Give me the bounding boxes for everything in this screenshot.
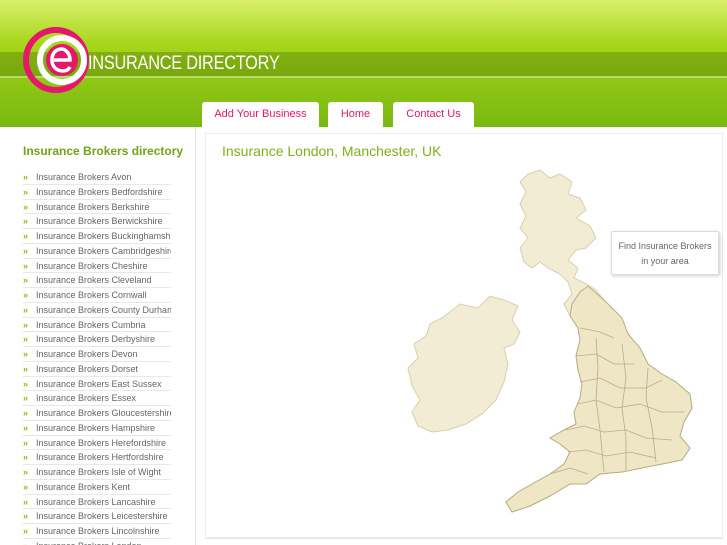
sidebar-item[interactable]: » Insurance Brokers Cleveland	[23, 273, 171, 288]
find-box-line1: Find Insurance Brokers	[618, 241, 712, 251]
header-band-highlight	[0, 76, 727, 78]
sidebar-item[interactable]: » Insurance Brokers Cambridgeshire	[23, 244, 171, 259]
sidebar-item-label: Insurance Brokers Herefordshire	[36, 437, 167, 448]
sidebar-item-label: Insurance Brokers Devon	[36, 349, 138, 359]
sidebar-item-label: Insurance Brokers Lancashire	[36, 496, 156, 507]
sidebar-item[interactable]: » Insurance Brokers East Sussex	[23, 377, 171, 392]
divider	[205, 538, 723, 539]
sidebar-item-label: Insurance Brokers Essex	[36, 393, 137, 404]
sidebar-item[interactable]: » Insurance Brokers Bedfordshire	[23, 185, 171, 200]
sidebar-item-label: Insurance Brokers Hertfordshire	[36, 452, 164, 463]
find-brokers-callout[interactable]: Find Insurance Brokers in your area	[611, 231, 719, 275]
sidebar-item-label: Insurance Brokers Lincolnshire	[36, 526, 160, 536]
double-chevron-right-icon: »	[23, 304, 29, 315]
sidebar-item[interactable]: » Insurance Brokers Cheshire	[23, 259, 171, 274]
find-box-line2: in your area	[641, 256, 689, 266]
double-chevron-right-icon: »	[23, 511, 29, 522]
double-chevron-right-icon: »	[23, 393, 29, 404]
sidebar-item[interactable]: » Insurance Brokers Lincolnshire	[23, 524, 171, 539]
double-chevron-right-icon: »	[23, 275, 29, 286]
sidebar-item-label: Insurance Brokers Leicestershire	[36, 511, 168, 522]
double-chevron-right-icon: »	[23, 349, 29, 359]
sidebar-item[interactable]: » Insurance Brokers Essex	[23, 391, 171, 406]
sidebar-item[interactable]: » Insurance Brokers Buckinghamshire	[23, 229, 171, 244]
sidebar-item[interactable]: » Insurance Brokers Berkshire	[23, 200, 171, 215]
sidebar-item-label: Insurance Brokers East Sussex	[36, 378, 162, 389]
uk-map[interactable]	[400, 168, 700, 513]
double-chevron-right-icon: »	[23, 481, 29, 492]
sidebar-item[interactable]: » Insurance Brokers Herefordshire	[23, 436, 171, 451]
double-chevron-right-icon: »	[23, 422, 29, 433]
sidebar-item-label: Insurance Brokers Berwickshire	[36, 216, 163, 227]
double-chevron-right-icon: »	[23, 496, 29, 507]
sidebar-item-label: Insurance Brokers Bedfordshire	[36, 186, 163, 197]
logo-icon[interactable]	[22, 24, 94, 96]
sidebar-item-label: Insurance Brokers Isle of Wight	[36, 467, 162, 477]
double-chevron-right-icon: »	[23, 526, 29, 536]
double-chevron-right-icon: »	[23, 216, 29, 227]
sidebar-item[interactable]: » Insurance Brokers County Durham	[23, 303, 171, 318]
double-chevron-right-icon: »	[23, 437, 29, 448]
double-chevron-right-icon: »	[23, 363, 29, 374]
sidebar-item-label: Insurance Brokers Dorset	[36, 363, 139, 374]
page-title: Insurance London, Manchester, UK	[222, 143, 442, 159]
tab-contact-us[interactable]: Contact Us	[393, 102, 474, 127]
sidebar-item-label: Insurance Brokers Hampshire	[36, 422, 156, 433]
sidebar-item-label: Insurance Brokers Cumbria	[36, 319, 146, 330]
double-chevron-right-icon: »	[23, 408, 29, 418]
sidebar-item[interactable]: » Insurance Brokers Avon	[23, 170, 171, 185]
double-chevron-right-icon: »	[23, 452, 29, 463]
double-chevron-right-icon: »	[23, 378, 29, 389]
double-chevron-right-icon: »	[23, 467, 29, 477]
double-chevron-right-icon: »	[23, 290, 29, 300]
sidebar-item-label: Insurance Brokers Kent	[36, 481, 131, 492]
sidebar-item[interactable]: » Insurance Brokers Leicestershire	[23, 509, 171, 524]
sidebar-item[interactable]: » Insurance Brokers Derbyshire	[23, 332, 171, 347]
sidebar-item[interactable]: » Insurance Brokers Lancashire	[23, 495, 171, 510]
sidebar-item-label: Insurance Brokers Gloucestershire	[36, 408, 171, 418]
double-chevron-right-icon: »	[23, 539, 32, 545]
double-chevron-right-icon: »	[23, 319, 29, 330]
double-chevron-right-icon: »	[23, 172, 29, 182]
site-title: INSURANCE DIRECTORY	[88, 53, 280, 74]
sidebar-item[interactable]: » Insurance Brokers Berwickshire	[23, 214, 171, 229]
sidebar-item-label: Insurance Brokers Buckinghamshire	[36, 231, 171, 241]
sidebar-item-label: Insurance Brokers London	[36, 541, 142, 545]
sidebar-item-label: Insurance Brokers Berkshire	[36, 201, 150, 212]
sidebar-item[interactable]: » Insurance Brokers Hertfordshire	[23, 450, 171, 465]
sidebar-item-label: Insurance Brokers Avon	[36, 172, 132, 182]
sidebar-item-label: Insurance Brokers Cambridgeshire	[36, 245, 171, 256]
sidebar-item[interactable]: » Insurance Brokers London	[23, 539, 171, 545]
double-chevron-right-icon: »	[23, 260, 29, 271]
sidebar-item[interactable]: » Insurance Brokers Isle of Wight	[23, 465, 171, 480]
sidebar-item[interactable]: » Insurance Brokers Cumbria	[23, 318, 171, 333]
sidebar-item-label: Insurance Brokers Cheshire	[36, 260, 148, 271]
double-chevron-right-icon: »	[23, 186, 29, 197]
sidebar-item-label: Insurance Brokers County Durham	[36, 304, 171, 315]
sidebar-list: » Insurance Brokers Avon » Insurance Broker…	[23, 170, 171, 545]
tab-add-your-business[interactable]: Add Your Business	[202, 102, 319, 127]
double-chevron-right-icon: »	[23, 201, 29, 212]
sidebar-item[interactable]: » Insurance Brokers Gloucestershire	[23, 406, 171, 421]
double-chevron-right-icon: »	[23, 245, 29, 256]
sidebar-item[interactable]: » Insurance Brokers Kent	[23, 480, 171, 495]
sidebar-item-label: Insurance Brokers Derbyshire	[36, 334, 156, 345]
sidebar-item[interactable]: » Insurance Brokers Dorset	[23, 362, 171, 377]
sidebar-title: Insurance Brokers directory	[23, 144, 184, 158]
sidebar-item[interactable]: » Insurance Brokers Hampshire	[23, 421, 171, 436]
sidebar-item-label: Insurance Brokers Cleveland	[36, 275, 152, 286]
sidebar-item-label: Insurance Brokers Cornwall	[36, 290, 147, 300]
double-chevron-right-icon: »	[23, 231, 29, 241]
sidebar-item[interactable]: » Insurance Brokers Cornwall	[23, 288, 171, 303]
tab-home[interactable]: Home	[328, 102, 383, 127]
double-chevron-right-icon: »	[23, 334, 29, 345]
sidebar-item[interactable]: » Insurance Brokers Devon	[23, 347, 171, 362]
